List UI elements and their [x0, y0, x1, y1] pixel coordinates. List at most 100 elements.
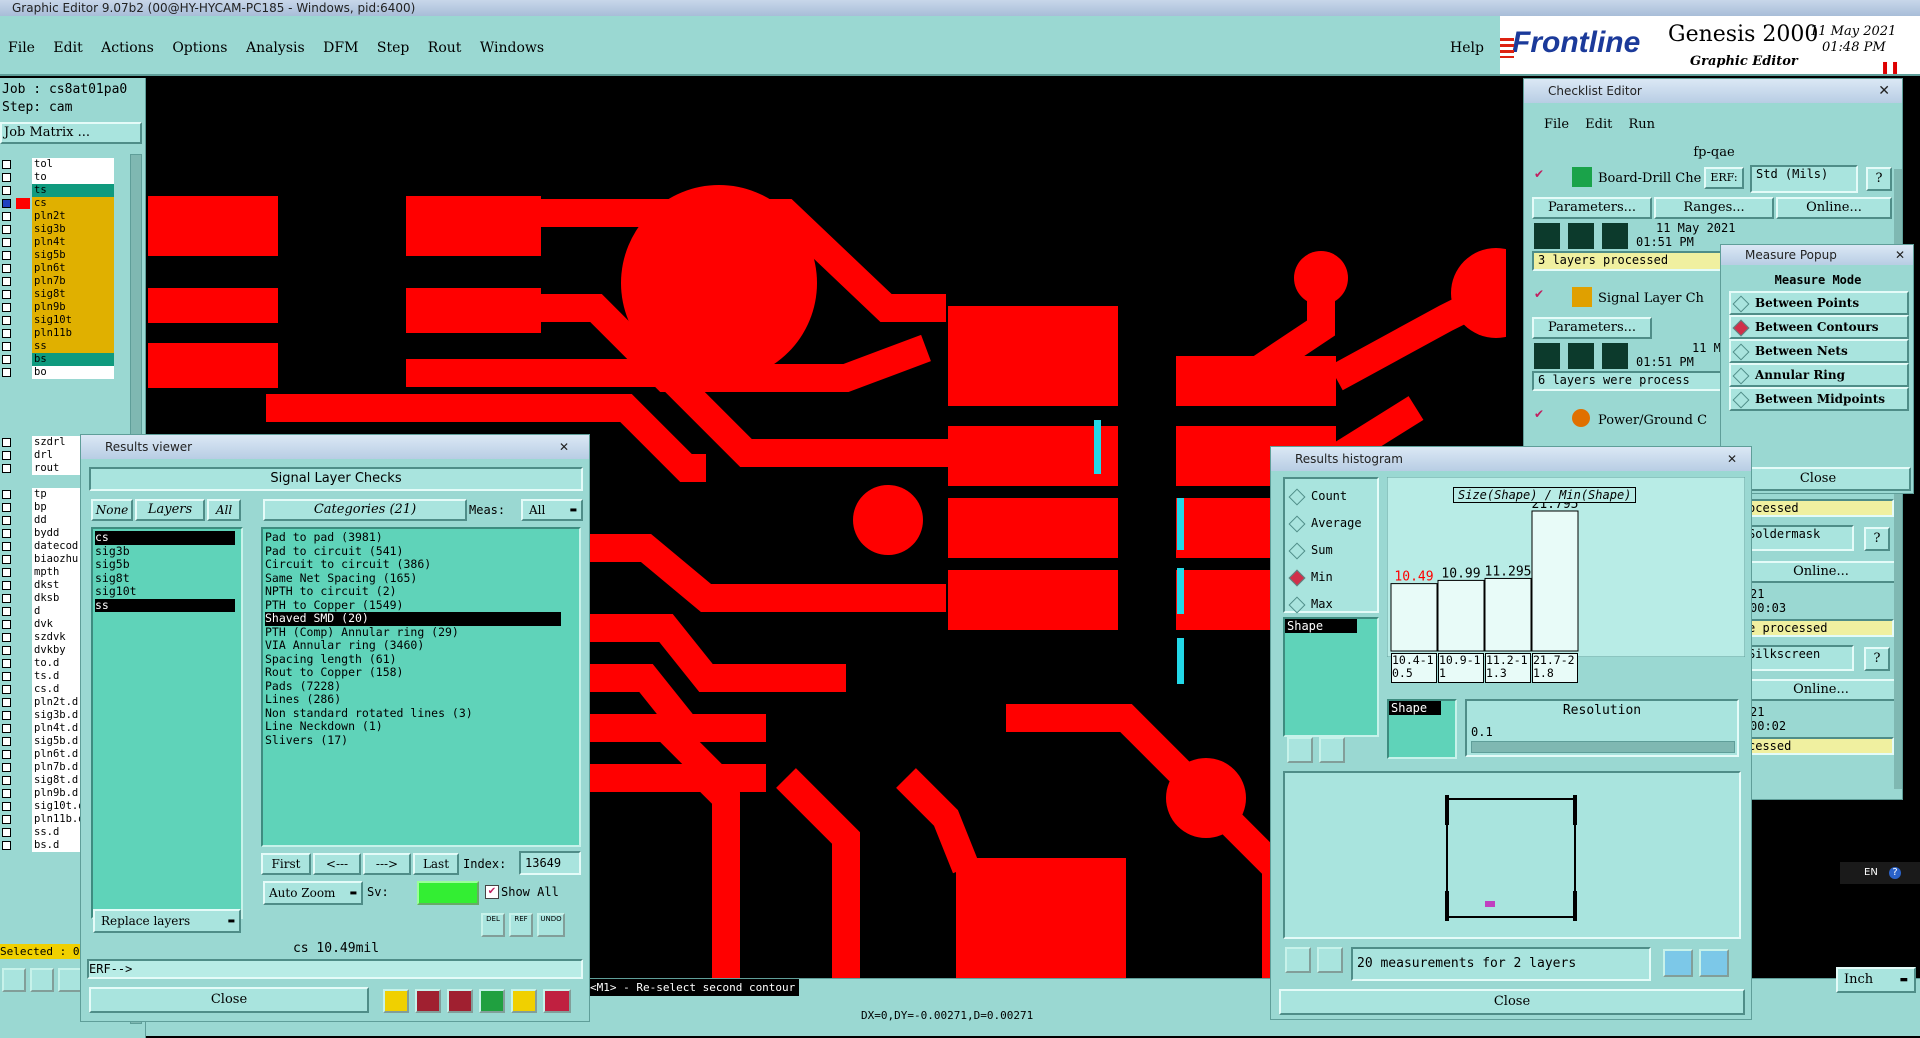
- layer-checkbox[interactable]: [2, 633, 11, 642]
- layer-checkbox[interactable]: [2, 503, 11, 512]
- layer-checkbox[interactable]: [2, 516, 11, 525]
- layer-checkbox[interactable]: [2, 238, 11, 247]
- online-button[interactable]: Online...: [1776, 197, 1892, 219]
- layer-row[interactable]: sig3b: [0, 223, 118, 236]
- menu-rout[interactable]: Rout: [428, 40, 462, 56]
- layer-row[interactable]: bs: [0, 353, 118, 366]
- run-icon[interactable]: [1602, 223, 1628, 249]
- snap-icon[interactable]: [58, 968, 82, 992]
- measure-option[interactable]: Between Points: [1729, 291, 1909, 315]
- layer-checkbox[interactable]: [2, 828, 11, 837]
- rv-category-item[interactable]: VIA Annular ring (3460): [265, 638, 579, 653]
- rv-layer-item[interactable]: sig5b: [95, 557, 241, 572]
- list-icon[interactable]: [511, 989, 537, 1013]
- layer-checkbox[interactable]: [2, 620, 11, 629]
- layers-icon[interactable]: [415, 989, 441, 1013]
- rv-layer-list[interactable]: cs sig3b sig5b sig8t sig10t ss: [91, 527, 243, 919]
- rv-layer-item[interactable]: sig3b: [95, 544, 241, 559]
- menu-step[interactable]: Step: [377, 40, 409, 56]
- histogram-bar[interactable]: [1437, 579, 1485, 652]
- rv-layer-item[interactable]: sig10t: [95, 584, 241, 599]
- run-icon[interactable]: [1534, 223, 1560, 249]
- histogram-icon[interactable]: [543, 989, 571, 1013]
- layer-checkbox[interactable]: [2, 685, 11, 694]
- resolution-value[interactable]: 0.1: [1471, 725, 1493, 739]
- rv-category-item[interactable]: Line Neckdown (1): [265, 719, 579, 734]
- rv-category-item[interactable]: Shaved SMD (20): [265, 611, 561, 626]
- histogram-mode[interactable]: Min: [1288, 564, 1377, 591]
- del-icon[interactable]: [1287, 737, 1313, 763]
- layer-checkbox[interactable]: [2, 329, 11, 338]
- menu-options[interactable]: Options: [172, 40, 227, 56]
- ref-icon[interactable]: REF: [509, 913, 533, 937]
- export-icon[interactable]: [1699, 949, 1729, 977]
- rv-close-button[interactable]: Close: [89, 987, 369, 1013]
- tab-layers[interactable]: Layers: [135, 499, 205, 521]
- layer-checkbox[interactable]: [2, 568, 11, 577]
- rv-category-item[interactable]: Non standard rotated lines (3): [265, 706, 579, 721]
- layer-checkbox[interactable]: [2, 646, 11, 655]
- layer-checkbox[interactable]: [2, 802, 11, 811]
- rv-layer-item[interactable]: ss: [95, 598, 235, 612]
- show-all-checkbox[interactable]: ✔: [485, 885, 499, 899]
- layer-row[interactable]: pln4t: [0, 236, 118, 249]
- menu-windows[interactable]: Windows: [480, 40, 544, 56]
- rv-category-item[interactable]: Rout to Copper (158): [265, 665, 579, 680]
- layer-checkbox[interactable]: [2, 711, 11, 720]
- resolution-shape-item[interactable]: Shape: [1389, 701, 1441, 715]
- layer-checkbox[interactable]: [2, 251, 11, 260]
- language-indicator[interactable]: EN ?: [1840, 862, 1920, 884]
- shape-list-item[interactable]: Shape: [1285, 619, 1357, 633]
- layer-row[interactable]: pln11b: [0, 327, 118, 340]
- rv-layer-item[interactable]: sig8t: [95, 571, 241, 586]
- close-icon[interactable]: ✕: [559, 435, 569, 459]
- layer-checkbox[interactable]: [2, 542, 11, 551]
- prev-button[interactable]: <---: [313, 853, 361, 875]
- layer-row[interactable]: sig5b: [0, 249, 118, 262]
- measure-option[interactable]: Between Contours: [1729, 315, 1909, 339]
- rv-category-item[interactable]: Spacing length (61): [265, 652, 579, 667]
- layer-checkbox[interactable]: [2, 490, 11, 499]
- measure-option[interactable]: Between Nets: [1729, 339, 1909, 363]
- rv-layer-item[interactable]: cs: [95, 530, 235, 545]
- rv-category-item[interactable]: Pads (7228): [265, 679, 579, 694]
- layer-checkbox[interactable]: [2, 776, 11, 785]
- resolution-slider[interactable]: [1471, 741, 1735, 753]
- rv-category-item[interactable]: Lines (286): [265, 692, 579, 707]
- layer-checkbox[interactable]: [2, 464, 11, 473]
- layer-row[interactable]: pln9b: [0, 301, 118, 314]
- layer-row[interactable]: sig8t: [0, 288, 118, 301]
- categories-label[interactable]: Categories (21): [263, 499, 467, 521]
- layer-row[interactable]: bo: [0, 366, 118, 379]
- layer-checkbox[interactable]: [2, 290, 11, 299]
- layer-checkbox[interactable]: [2, 212, 11, 221]
- menu-actions[interactable]: Actions: [101, 40, 154, 56]
- rv-category-list[interactable]: Pad to pad (3981) Pad to circuit (541) Cir…: [261, 527, 581, 847]
- rv-category-item[interactable]: NPTH to circuit (2): [265, 584, 579, 599]
- measure-icon[interactable]: [30, 968, 54, 992]
- close-icon[interactable]: ✕: [1878, 79, 1890, 103]
- menu-help[interactable]: Help: [1450, 40, 1484, 56]
- layer-checkbox[interactable]: [2, 737, 11, 746]
- erf-prompt-field[interactable]: ERF-->: [87, 959, 583, 979]
- layer-checkbox[interactable]: [2, 789, 11, 798]
- layer-checkbox[interactable]: [2, 451, 11, 460]
- layer-row[interactable]: sig10t: [0, 314, 118, 327]
- units-select[interactable]: Inch ▬: [1836, 967, 1916, 993]
- help-button[interactable]: ?: [1866, 167, 1892, 191]
- rv-category-item[interactable]: Pad to pad (3981): [265, 530, 579, 545]
- histogram-bar[interactable]: [1531, 510, 1579, 652]
- layer-checkbox[interactable]: [2, 607, 11, 616]
- sv-color-select[interactable]: [417, 881, 479, 905]
- menu-edit[interactable]: Edit: [53, 40, 82, 56]
- layer-checkbox[interactable]: [2, 698, 11, 707]
- layer-checkbox[interactable]: [2, 438, 11, 447]
- meas-select[interactable]: All ▬: [521, 499, 583, 521]
- rv-category-item[interactable]: Slivers (17): [265, 733, 579, 748]
- checklist-menu-run[interactable]: Run: [1629, 117, 1656, 132]
- export-icon[interactable]: [1663, 949, 1693, 977]
- ref-icon[interactable]: [1319, 737, 1345, 763]
- layer-checkbox[interactable]: [2, 581, 11, 590]
- index-field[interactable]: 13649: [519, 851, 581, 875]
- menu-file[interactable]: File: [8, 40, 35, 56]
